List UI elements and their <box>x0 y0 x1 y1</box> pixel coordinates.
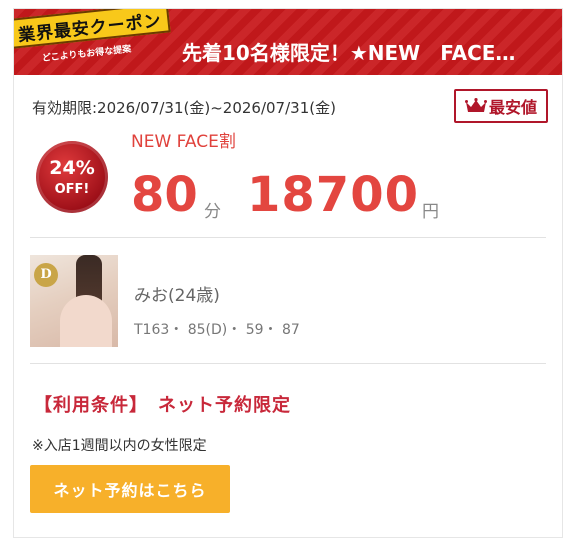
profile-photo[interactable]: D <box>30 255 118 347</box>
duration-unit: 分 <box>204 202 221 222</box>
coupon-header-banner: 業界最安クーポン どこよりもお得な提案 先着10名様限定！★NEW FACE… <box>14 9 562 75</box>
terms-note: ※入店1週間以内の女性限定 <box>32 438 207 454</box>
duration-value: 80 <box>131 167 198 223</box>
price-unit: 円 <box>422 202 439 222</box>
profile-name: みお(24歳) <box>134 286 220 306</box>
divider <box>30 237 546 238</box>
discount-percent: 24% <box>49 157 95 179</box>
crown-icon <box>464 98 487 112</box>
validity-period: 有効期限:2026/07/31(金)~2026/07/31(金) <box>32 99 336 117</box>
price-value: 18700 <box>247 167 419 223</box>
divider <box>30 363 546 364</box>
discount-circle: 24% OFF! <box>36 141 108 213</box>
discount-off-label: OFF! <box>54 182 90 197</box>
coupon-card: 業界最安クーポン どこよりもお得な提案 先着10名様限定！★NEW FACE… … <box>13 8 563 538</box>
best-price-coupon-badge: 業界最安クーポン どこよりもお得な提案 <box>14 9 182 73</box>
cheapest-badge: 最安値 <box>454 89 548 123</box>
cheapest-label: 最安値 <box>488 98 537 117</box>
coupon-title: 先着10名様限定！★NEW FACE… <box>182 41 516 65</box>
net-reservation-button[interactable]: ネット予約はこちら <box>30 465 230 513</box>
shop-logo: D <box>34 263 58 287</box>
plan-name: NEW FACE割 <box>131 132 236 152</box>
usage-terms: 【利用条件】 ネット予約限定 <box>34 395 291 416</box>
profile-stats: T163・ 85(D)・ 59・ 87 <box>134 322 300 338</box>
